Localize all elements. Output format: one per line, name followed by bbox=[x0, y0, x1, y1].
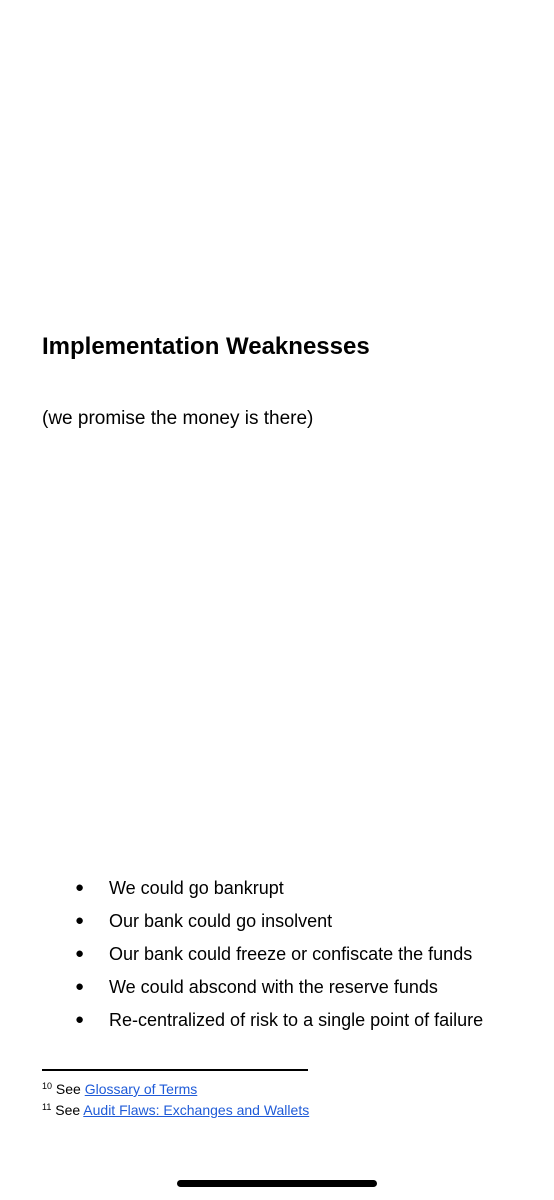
footnote-11: 11 See Audit Flaws: Exchanges and Wallet… bbox=[42, 1100, 309, 1121]
list-item-text: We could go bankrupt bbox=[109, 878, 284, 898]
footnote-prefix: See bbox=[55, 1102, 81, 1118]
audit-flaws-link[interactable]: Audit Flaws: Exchanges and Wallets bbox=[83, 1102, 309, 1118]
section-subtitle: (we promise the money is there) bbox=[42, 408, 314, 429]
list-item-text: Our bank could go insolvent bbox=[109, 911, 333, 931]
list-item-text: Our bank could freeze or confiscate the … bbox=[109, 944, 473, 964]
glossary-link[interactable]: Glossary of Terms bbox=[85, 1081, 198, 1097]
bullet-icon: ● bbox=[75, 978, 85, 995]
list-item-text: Re-centralized of risk to a single point… bbox=[109, 1010, 484, 1030]
footnote-number: 11 bbox=[42, 1102, 52, 1112]
list-item: ● Our bank could freeze or confiscate th… bbox=[0, 942, 554, 966]
list-item: ● Re-centralized of risk to a single poi… bbox=[0, 1008, 554, 1032]
footnote-list: 10 See Glossary of Terms 11 See Audit Fl… bbox=[42, 1079, 309, 1121]
list-item: ● We could abscond with the reserve fund… bbox=[0, 975, 554, 999]
bullet-icon: ● bbox=[75, 879, 85, 896]
footnote-number: 10 bbox=[42, 1081, 53, 1091]
footnote-10: 10 See Glossary of Terms bbox=[42, 1079, 309, 1100]
bullet-icon: ● bbox=[75, 945, 85, 962]
list-item: ● We could go bankrupt bbox=[0, 876, 554, 900]
footnote-divider bbox=[42, 1069, 308, 1071]
bullet-icon: ● bbox=[75, 912, 85, 929]
home-indicator[interactable] bbox=[177, 1180, 377, 1187]
footnote-prefix: See bbox=[55, 1081, 81, 1097]
list-item-text: We could abscond with the reserve funds bbox=[109, 977, 438, 997]
list-item: ● Our bank could go insolvent bbox=[0, 909, 554, 933]
bullet-icon: ● bbox=[75, 1011, 85, 1028]
weakness-list: ● We could go bankrupt ● Our bank could … bbox=[0, 876, 554, 1041]
section-heading: Implementation Weaknesses bbox=[42, 333, 370, 360]
